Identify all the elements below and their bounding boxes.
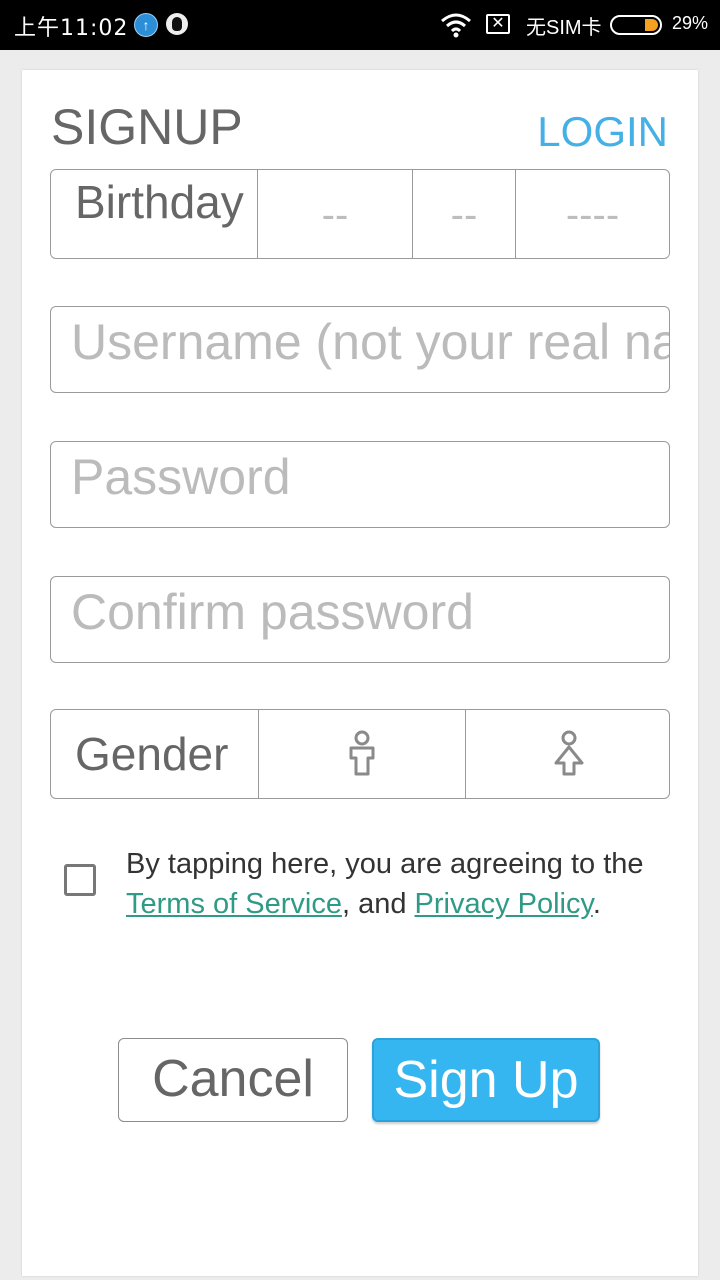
- agreement-text: By tapping here, you are agreeing to the…: [126, 844, 666, 924]
- battery-percent: 29%: [672, 13, 709, 33]
- agreement-prefix: By tapping here, you are agreeing to the: [126, 848, 644, 880]
- female-icon: [554, 730, 583, 776]
- terms-of-service-link[interactable]: Terms of Service: [126, 888, 342, 920]
- status-bar: 上午11:02 ↑ ✕ 无SIM卡 29%: [0, 0, 720, 50]
- login-link[interactable]: LOGIN: [537, 108, 668, 156]
- carrier-label: 无SIM卡: [526, 17, 602, 39]
- privacy-policy-link[interactable]: Privacy Policy: [415, 888, 593, 920]
- birthday-row: Birthday -- -- ----: [50, 169, 670, 259]
- confirm-password-input[interactable]: Confirm password: [50, 576, 670, 663]
- battery-icon: [610, 15, 662, 35]
- password-input[interactable]: Password: [50, 441, 670, 528]
- confirm-password-placeholder: Confirm password: [71, 584, 474, 640]
- birth-day-select[interactable]: --: [412, 170, 515, 258]
- qq-icon: [166, 13, 188, 35]
- wifi-icon: [441, 13, 471, 38]
- birthday-label: Birthday: [75, 176, 244, 228]
- clock: 上午11:02: [14, 16, 129, 41]
- birth-year-select[interactable]: ----: [515, 170, 669, 258]
- cancel-button[interactable]: Cancel: [118, 1038, 348, 1122]
- birth-month-select[interactable]: --: [257, 170, 412, 258]
- username-placeholder: Username (not your real name): [71, 314, 669, 370]
- male-icon: [349, 730, 375, 776]
- agreement-middle: , and: [341, 888, 415, 920]
- gender-row: Gender: [50, 709, 670, 799]
- no-sim-icon: ✕: [486, 14, 510, 34]
- gender-male-option[interactable]: [258, 710, 465, 798]
- username-input[interactable]: Username (not your real name): [50, 306, 670, 393]
- signup-card: SIGNUP LOGIN Birthday -- -- ---- Usernam…: [22, 70, 698, 1276]
- gender-label: Gender: [75, 728, 229, 780]
- upload-icon: ↑: [134, 13, 158, 37]
- signup-button[interactable]: Sign Up: [372, 1038, 600, 1122]
- page-title: SIGNUP: [51, 99, 243, 155]
- agree-checkbox[interactable]: [64, 864, 96, 896]
- gender-female-option[interactable]: [465, 710, 671, 798]
- password-placeholder: Password: [71, 449, 291, 505]
- agreement-suffix: .: [592, 888, 601, 920]
